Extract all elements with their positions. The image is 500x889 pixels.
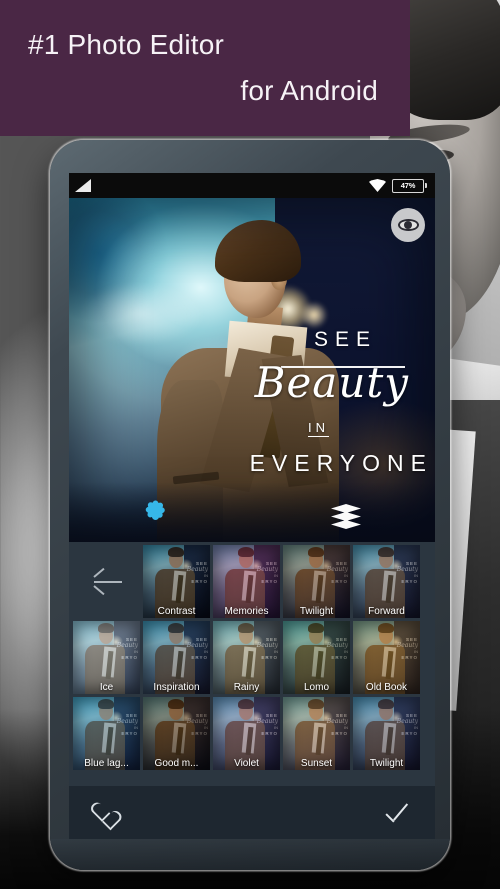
battery-percent-label: 47% <box>400 181 416 190</box>
eye-icon[interactable] <box>391 208 425 242</box>
filter-thumbnail[interactable]: SEEBeautyINERYOTwilight <box>283 545 350 618</box>
phone-chin <box>50 839 450 870</box>
phone-mockup: 47% SEE Beauty IN EVERYONE Contrast Memo… <box>50 140 450 870</box>
filter-thumbnail[interactable]: SEEBeautyINERYOIce <box>73 621 140 694</box>
filter-label: Good m... <box>154 758 199 769</box>
photo-preview[interactable]: SEE Beauty IN EVERYONE <box>69 198 435 542</box>
filter-label: Twilight <box>299 606 334 617</box>
filter-thumbnail[interactable]: SEEBeautyINERYOMemories <box>213 545 280 618</box>
battery-indicator: 47% <box>392 178 427 193</box>
filter-label: Ice <box>99 682 114 693</box>
filter-thumbnail[interactable]: SEEBeautyINERYOViolet <box>213 697 280 770</box>
filter-thumbnail[interactable]: SEEBeautyINERYOTwilight <box>353 697 420 770</box>
promo-banner: #1 Photo Editor for Android <box>0 0 410 136</box>
status-bar: 47% <box>69 173 435 198</box>
filter-row-3: SEEBeautyINERYOBlue lag...SEEBeautyINERY… <box>69 697 435 773</box>
filter-label: Memories <box>224 606 269 617</box>
filter-row-1: SEEBeautyINERYOContrastSEEBeautyINERYOMe… <box>69 545 435 621</box>
filter-label: Lomo <box>303 682 329 693</box>
filter-label: Twilight <box>369 758 404 769</box>
filter-thumbnail[interactable]: SEEBeautyINERYOOld Book <box>353 621 420 694</box>
check-icon[interactable] <box>385 803 413 825</box>
overlay-text-see: SEE <box>313 328 377 351</box>
back-arrow-icon[interactable] <box>73 545 140 618</box>
filter-thumbnail[interactable]: SEEBeautyINERYOInspiration <box>143 621 210 694</box>
filter-thumbnail[interactable]: SEEBeautyINERYOSunset <box>283 697 350 770</box>
promo-headline-line2: for Android <box>240 75 378 106</box>
overlay-text-in: IN <box>308 420 329 437</box>
filter-label: Inspiration <box>153 682 200 693</box>
filter-label: Forward <box>368 606 405 617</box>
filter-thumbnail[interactable]: SEEBeautyINERYOBlue lag... <box>73 697 140 770</box>
filter-panel[interactable]: SEEBeautyINERYOContrastSEEBeautyINERYOMe… <box>69 542 435 786</box>
filter-label: Violet <box>234 758 259 769</box>
overlay-text-everyone: EVERYONE <box>249 450 433 476</box>
filter-row-2: SEEBeautyINERYOIceSEEBeautyINERYOInspira… <box>69 621 435 697</box>
phone-screen: 47% SEE Beauty IN EVERYONE Contrast Memo… <box>69 173 435 839</box>
wifi-icon <box>369 179 386 192</box>
signal-triangle-icon <box>75 179 91 192</box>
layers-icon[interactable] <box>331 504 361 530</box>
filter-label: Contrast <box>157 606 196 617</box>
editor-bottom-bar <box>69 786 435 839</box>
filter-label: Rainy <box>233 682 260 693</box>
promo-headline-line1: #1 Photo Editor <box>28 29 225 60</box>
filter-thumbnail[interactable]: SEEBeautyINERYOForward <box>353 545 420 618</box>
filter-thumbnail[interactable]: SEEBeautyINERYOGood m... <box>143 697 210 770</box>
heart-icon[interactable] <box>91 803 115 825</box>
filter-label: Sunset <box>300 758 333 769</box>
filter-thumbnail[interactable]: SEEBeautyINERYOContrast <box>143 545 210 618</box>
overlay-text-beauty: Beauty <box>254 358 409 407</box>
filter-thumbnail[interactable]: SEEBeautyINERYOLomo <box>283 621 350 694</box>
flower-icon[interactable] <box>143 500 167 528</box>
filter-thumbnail[interactable]: SEEBeautyINERYORainy <box>213 621 280 694</box>
filter-label: Blue lag... <box>84 758 129 769</box>
filter-label: Old Book <box>365 682 408 693</box>
